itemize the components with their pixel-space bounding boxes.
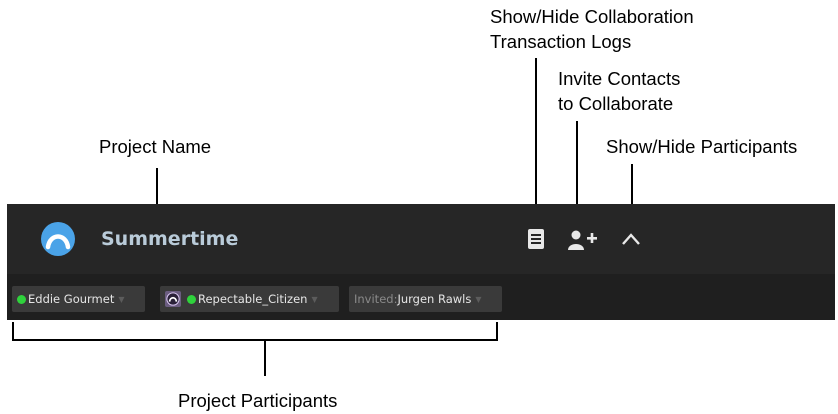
callout-logs-line2: Transaction Logs bbox=[490, 31, 632, 52]
callout-logs-line1: Show/Hide Collaboration bbox=[490, 6, 694, 27]
participant-chip-invited[interactable]: Invited: Jurgen Rawls ▼ bbox=[349, 286, 502, 312]
project-name: Summertime bbox=[101, 228, 239, 250]
callout-invite-line2: to Collaborate bbox=[558, 93, 674, 114]
participant-name: Eddie Gourmet bbox=[28, 292, 115, 306]
collaboration-panel: Summertime Eddie Gourmet ▼ Repectable_Ci… bbox=[7, 204, 835, 320]
participant-chip[interactable]: Eddie Gourmet ▼ bbox=[12, 286, 145, 312]
avid-logo-icon bbox=[41, 222, 75, 256]
participants-bar: Eddie Gourmet ▼ Repectable_Citizen ▼ Inv… bbox=[7, 274, 835, 320]
participant-chip[interactable]: Repectable_Citizen ▼ bbox=[160, 286, 339, 312]
project-header: Summertime bbox=[7, 204, 835, 274]
online-status-icon bbox=[187, 294, 196, 304]
dropdown-caret-icon: ▼ bbox=[118, 294, 125, 304]
dropdown-caret-icon: ▼ bbox=[311, 294, 318, 304]
bracket-bottom bbox=[12, 339, 498, 341]
participant-name: Jurgen Rawls bbox=[397, 292, 472, 306]
invited-prefix: Invited: bbox=[354, 292, 398, 306]
leader-line-logs bbox=[535, 58, 537, 220]
participant-name: Repectable_Citizen bbox=[198, 292, 308, 306]
callout-project-name: Project Name bbox=[99, 136, 212, 157]
callout-invite-line1: Invite Contacts bbox=[558, 68, 681, 89]
transaction-log-icon[interactable] bbox=[527, 228, 545, 250]
dropdown-caret-icon: ▼ bbox=[475, 294, 482, 304]
chevron-up-icon[interactable] bbox=[621, 232, 641, 246]
avatar-icon bbox=[165, 291, 181, 307]
bracket-stem bbox=[264, 341, 266, 376]
callout-invite: Invite Contacts to Collaborate bbox=[558, 66, 680, 116]
online-status-icon bbox=[17, 294, 26, 304]
callout-participants-toggle: Show/Hide Participants bbox=[606, 136, 798, 157]
callout-logs: Show/Hide Collaboration Transaction Logs bbox=[490, 4, 694, 54]
invite-contact-icon[interactable] bbox=[568, 230, 598, 250]
callout-project-participants: Project Participants bbox=[178, 390, 338, 411]
